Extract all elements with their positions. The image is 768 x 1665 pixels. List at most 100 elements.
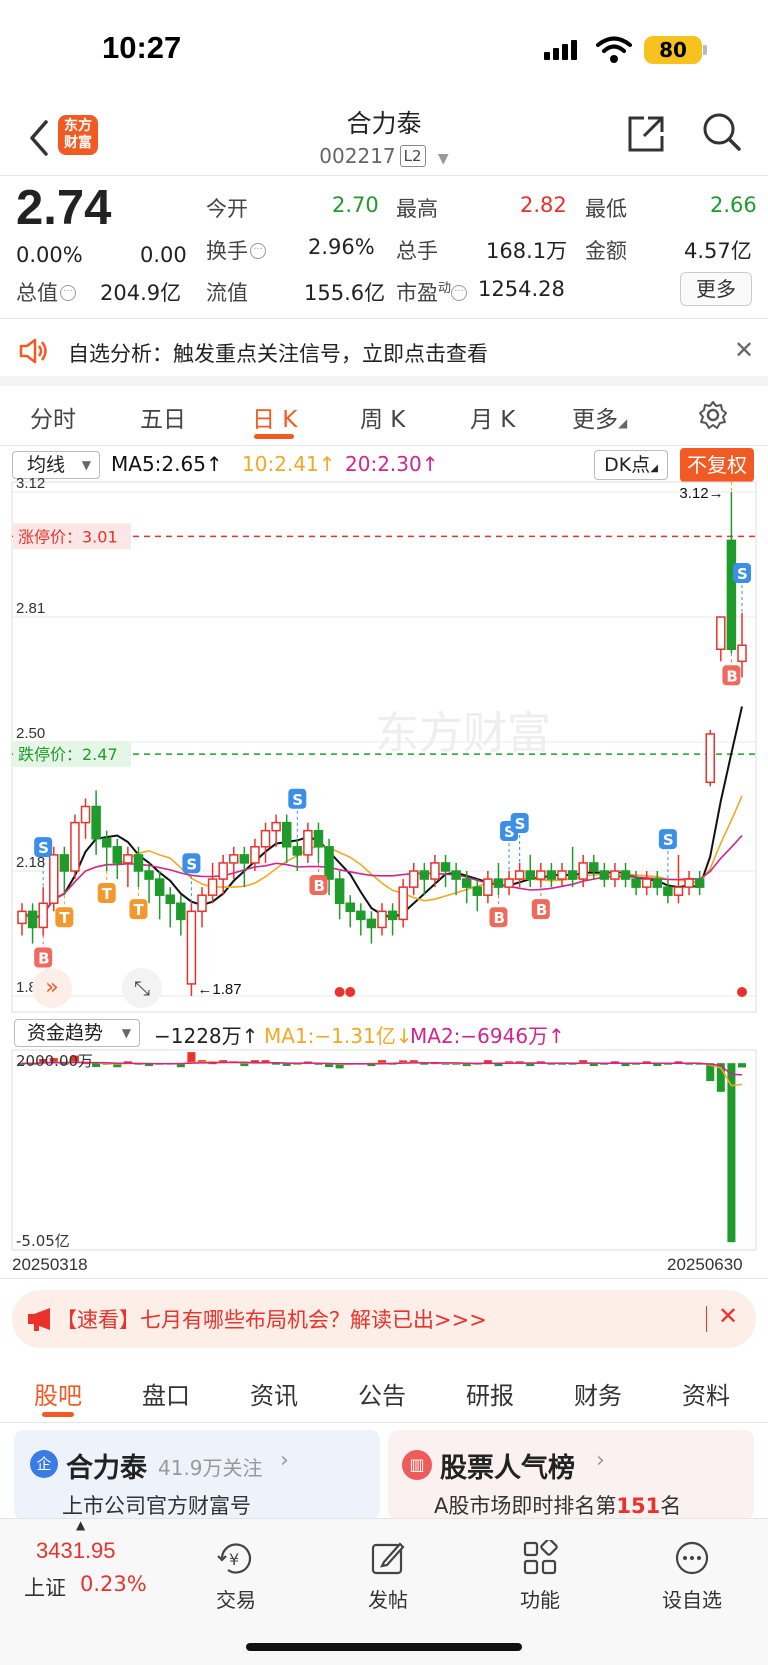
settings-gear-icon[interactable] xyxy=(698,400,728,430)
fullscreen-icon[interactable]: ⤡ xyxy=(122,968,162,1008)
ma5-value: MA5:2.65↑ xyxy=(111,452,223,476)
tab-forum[interactable]: 股吧 xyxy=(34,1376,82,1411)
tab-profile[interactable]: 资料 xyxy=(682,1376,730,1411)
candle-body xyxy=(176,902,186,921)
fund-flow-chart[interactable]: 2000.00万 -5.05亿 xyxy=(0,1048,768,1252)
trade-yen-icon: ¥ xyxy=(217,1543,252,1574)
company-card[interactable]: 企 合力泰 41.9万关注 › 上市公司官方财富号 xyxy=(14,1430,380,1520)
nav-add-watchlist[interactable]: 设自选 xyxy=(642,1540,742,1613)
promo-text[interactable]: 【速看】七月有哪些布局机会？解读已出>>> xyxy=(56,1304,487,1334)
event-dot xyxy=(737,987,747,997)
candle-body xyxy=(59,854,70,872)
y-tick-label: 3.12 xyxy=(16,478,45,492)
status-time: 10:27 xyxy=(102,30,182,65)
signal-label: B xyxy=(726,667,737,685)
enterprise-badge-icon: 企 xyxy=(30,1450,58,1478)
candle-body xyxy=(726,539,737,650)
megaphone-icon xyxy=(28,1308,50,1331)
tab-weekly-k[interactable]: 周 K xyxy=(360,400,405,434)
candle-body xyxy=(620,870,631,880)
candle-body xyxy=(123,854,133,864)
tab-intraday[interactable]: 分时 xyxy=(30,400,76,434)
candle-body xyxy=(387,910,398,921)
nav-trade[interactable]: ¥ 交易 xyxy=(186,1540,286,1613)
collapse-icon[interactable]: » xyxy=(32,968,72,1008)
candle-body xyxy=(461,878,472,888)
candle-body xyxy=(207,878,218,896)
tab-financials[interactable]: 财务 xyxy=(574,1376,622,1411)
l2-badge: L2 xyxy=(399,145,426,167)
pe-value: 1254.28 xyxy=(478,277,565,301)
indicator-select[interactable]: 均线 ▼ xyxy=(12,451,100,479)
nav-post[interactable]: 发帖 xyxy=(338,1540,438,1613)
candle-body xyxy=(377,910,387,929)
divider xyxy=(0,445,768,446)
kline-chart[interactable]: 东方财富 涨停价：3.01跌停价：2.47 SBTTSTSBSBSBSBST 3… xyxy=(0,478,768,1018)
candle-body xyxy=(641,878,652,888)
turnover-value: 2.96% xyxy=(308,235,375,259)
event-dot xyxy=(334,987,345,997)
candle-body xyxy=(133,854,144,872)
tab-research[interactable]: 研报 xyxy=(466,1376,514,1411)
candle-body xyxy=(197,894,207,913)
close-icon[interactable]: ✕ xyxy=(718,1302,738,1330)
info-icon: ··· xyxy=(451,285,468,301)
company-card-title: 合力泰 xyxy=(66,1453,147,1484)
tab-announcements[interactable]: 公告 xyxy=(358,1376,406,1411)
low-value: 2.66 xyxy=(710,193,757,217)
candle-body xyxy=(229,854,239,864)
tab-monthly-k[interactable]: 月 K xyxy=(470,400,515,434)
candle-body xyxy=(281,821,292,848)
grid-function-icon xyxy=(523,1540,558,1575)
flow-indicator-select[interactable]: 资金趋势 ▼ xyxy=(14,1019,140,1047)
tab-order-book[interactable]: 盘口 xyxy=(142,1376,190,1411)
candle-body xyxy=(716,616,726,650)
nav-function[interactable]: 功能 xyxy=(490,1540,590,1613)
notice-text[interactable]: 自选分析：触发重点关注信号，立即点击查看 xyxy=(68,338,488,368)
candle-body xyxy=(366,918,377,929)
info-icon: ··· xyxy=(250,243,266,259)
flow-ma1: MA1:−1.31亿↓ xyxy=(264,1024,413,1048)
candle-body xyxy=(472,886,483,896)
flow-bar xyxy=(738,1063,746,1068)
pe-label[interactable]: 市盈动 ··· xyxy=(396,277,468,307)
candle-body xyxy=(737,644,747,663)
candle-body xyxy=(38,902,48,929)
signal-label: T xyxy=(59,909,70,927)
index-value[interactable]: 3431.95 xyxy=(36,1538,116,1564)
tab-more[interactable]: 更多◢ xyxy=(572,400,627,434)
high-label: 最高 xyxy=(396,197,438,221)
index-name[interactable]: 上证 xyxy=(24,1572,66,1602)
candle-body xyxy=(567,870,578,880)
candle-body xyxy=(154,878,165,896)
candle-body xyxy=(546,870,557,880)
divider xyxy=(0,175,768,176)
no-adjust-button[interactable]: 不复权 xyxy=(680,448,754,482)
info-icon: ··· xyxy=(60,285,76,301)
index-change[interactable]: 0.23% xyxy=(80,1572,147,1596)
tab-five-day[interactable]: 五日 xyxy=(140,400,186,434)
share-icon[interactable] xyxy=(626,114,666,154)
current-price: 2.74 xyxy=(16,181,112,235)
date-start: 20250318 xyxy=(12,1255,88,1274)
candle-body xyxy=(589,862,599,872)
candle-body xyxy=(536,870,546,880)
search-icon[interactable] xyxy=(702,112,742,152)
status-bar: 10:27 80 xyxy=(0,0,768,100)
turnover-label[interactable]: 换手 ··· xyxy=(206,235,266,265)
total-cap-label[interactable]: 总值 ··· xyxy=(16,277,76,307)
signal-label: S xyxy=(292,791,303,809)
watermark: 东方财富 xyxy=(375,708,551,759)
dk-point-button[interactable]: DK点◢ xyxy=(594,450,668,480)
candle-body xyxy=(525,870,535,880)
tab-daily-k[interactable]: 日 K xyxy=(252,400,297,434)
close-icon[interactable]: ✕ xyxy=(734,336,754,364)
more-button[interactable]: 更多 xyxy=(680,272,752,306)
change-amount: 0.00 xyxy=(140,243,187,267)
low-label: 最低 xyxy=(585,197,627,221)
signal-label: T xyxy=(133,901,144,919)
divider xyxy=(0,1278,768,1279)
candle-body xyxy=(430,862,440,880)
popularity-card[interactable]: ▥ 股票人气榜 › A股市场即时排名第151名 xyxy=(388,1430,754,1520)
tab-news[interactable]: 资讯 xyxy=(250,1376,298,1411)
